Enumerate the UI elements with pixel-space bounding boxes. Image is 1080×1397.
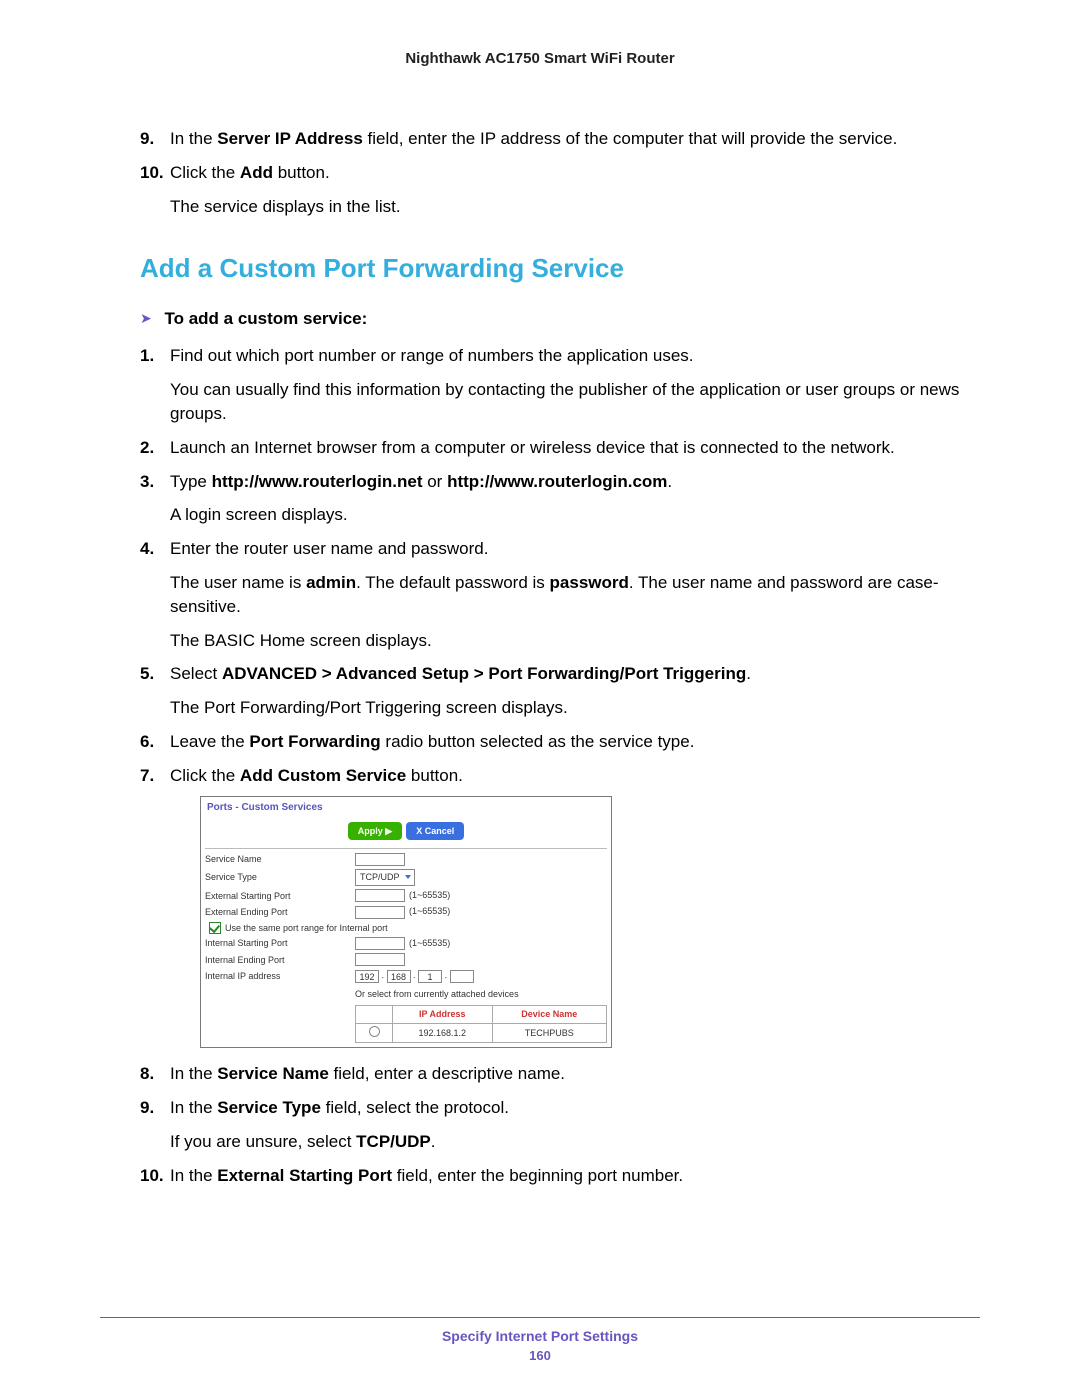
step-number: 8. [140,1062,154,1086]
top-steps-list: 9. In the Server IP Address field, enter … [140,127,980,218]
step-number: 10. [140,161,164,185]
intro-text: To add a custom service: [164,309,367,328]
ip-octet-3[interactable]: 1 [418,970,442,983]
step-text: Type http://www.routerlogin.net or http:… [170,472,672,491]
ip-octet-1[interactable]: 192 [355,970,379,983]
step-number: 9. [140,127,154,151]
triangle-bullet-icon: ➤ [140,310,152,327]
step-subtext: The service displays in the list. [170,195,980,219]
device-radio[interactable] [369,1026,380,1037]
section-heading: Add a Custom Port Forwarding Service [140,253,980,284]
same-port-range-checkbox[interactable] [209,922,221,934]
list-item: 6. Leave the Port Forwarding radio button… [140,730,980,754]
step-text: In the Service Name field, enter a descr… [170,1064,565,1083]
step-number: 10. [140,1164,164,1188]
step-text: In the Service Type field, select the pr… [170,1098,509,1117]
list-item: 10. Click the Add button. The service disp… [140,161,980,219]
label-service-type: Service Type [205,871,355,884]
step-number: 4. [140,537,154,561]
step-number: 2. [140,436,154,460]
step-text: Find out which port number or range of n… [170,346,694,365]
list-item: 7. Click the Add Custom Service button. Po… [140,764,980,1049]
step-subtext: The user name is admin. The default pass… [170,571,980,619]
label-ext-start: External Starting Port [205,890,355,903]
service-name-input[interactable] [355,853,405,866]
footer-rule [100,1317,980,1318]
custom-services-screenshot: Ports - Custom Services Apply ▶X Cancel Se… [200,796,612,1049]
list-item: 4. Enter the router user name and passwor… [140,537,980,652]
step-text: Leave the Port Forwarding radio button s… [170,732,694,751]
step-number: 3. [140,470,154,494]
step-subtext: The BASIC Home screen displays. [170,629,980,653]
label-int-start: Internal Starting Port [205,937,355,950]
list-item: 9. In the Service Type field, select the … [140,1096,980,1154]
step-number: 9. [140,1096,154,1120]
apply-button[interactable]: Apply ▶ [348,822,402,841]
step-text: In the Server IP Address field, enter th… [170,129,897,148]
step-subtext: A login screen displays. [170,503,980,527]
external-starting-port-input[interactable] [355,889,405,902]
document-page: Nighthawk AC1750 Smart WiFi Router 9. In … [0,0,1080,1393]
internal-ending-port-input[interactable] [355,953,405,966]
step-number: 1. [140,344,154,368]
list-item: 2. Launch an Internet browser from a comp… [140,436,980,460]
external-ending-port-input[interactable] [355,906,405,919]
cancel-button[interactable]: X Cancel [406,822,464,841]
step-text: Launch an Internet browser from a comput… [170,438,895,457]
step-subtext: The Port Forwarding/Port Triggering scre… [170,696,980,720]
or-select-caption: Or select from currently attached device… [355,986,615,1003]
same-port-range-row: Use the same port range for Internal por… [205,922,615,935]
step-text: Select ADVANCED > Advanced Setup > Port … [170,664,751,683]
label-int-end: Internal Ending Port [205,954,355,967]
list-item: 1. Find out which port number or range of… [140,344,980,425]
service-type-select[interactable]: TCP/UDP [355,869,415,886]
label-service-name: Service Name [205,853,355,866]
step-text: Click the Add Custom Service button. [170,766,463,785]
internal-starting-port-input[interactable] [355,937,405,950]
screenshot-title: Ports - Custom Services [201,797,611,819]
table-row[interactable]: 192.168.1.2TECHPUBS [356,1023,607,1043]
steps-list: 1. Find out which port number or range of… [140,344,980,1187]
step-number: 6. [140,730,154,754]
list-item: 9. In the Server IP Address field, enter … [140,127,980,151]
step-text: Enter the router user name and password. [170,539,488,558]
step-number: 5. [140,662,154,686]
list-item: 3. Type http://www.routerlogin.net or htt… [140,470,980,528]
footer-page-number: 160 [100,1348,980,1363]
intro-line: ➤ To add a custom service: [140,309,980,329]
list-item: 5. Select ADVANCED > Advanced Setup > Por… [140,662,980,720]
step-subtext: If you are unsure, select TCP/UDP. [170,1130,980,1154]
label-ext-end: External Ending Port [205,906,355,919]
step-text: In the External Starting Port field, ent… [170,1166,683,1185]
ip-octet-4[interactable] [450,970,474,983]
label-int-ip: Internal IP address [205,970,355,983]
list-item: 10. In the External Starting Port field, … [140,1164,980,1188]
step-text: Click the Add button. [170,163,330,182]
attached-devices-table: IP AddressDevice Name192.168.1.2TECHPUBS [355,1005,607,1043]
list-item: 8. In the Service Name field, enter a des… [140,1062,980,1086]
document-header: Nighthawk AC1750 Smart WiFi Router [100,50,980,67]
step-number: 7. [140,764,154,788]
footer-section-title: Specify Internet Port Settings [100,1328,980,1344]
step-subtext: You can usually find this information by… [170,378,980,426]
ip-octet-2[interactable]: 168 [387,970,411,983]
